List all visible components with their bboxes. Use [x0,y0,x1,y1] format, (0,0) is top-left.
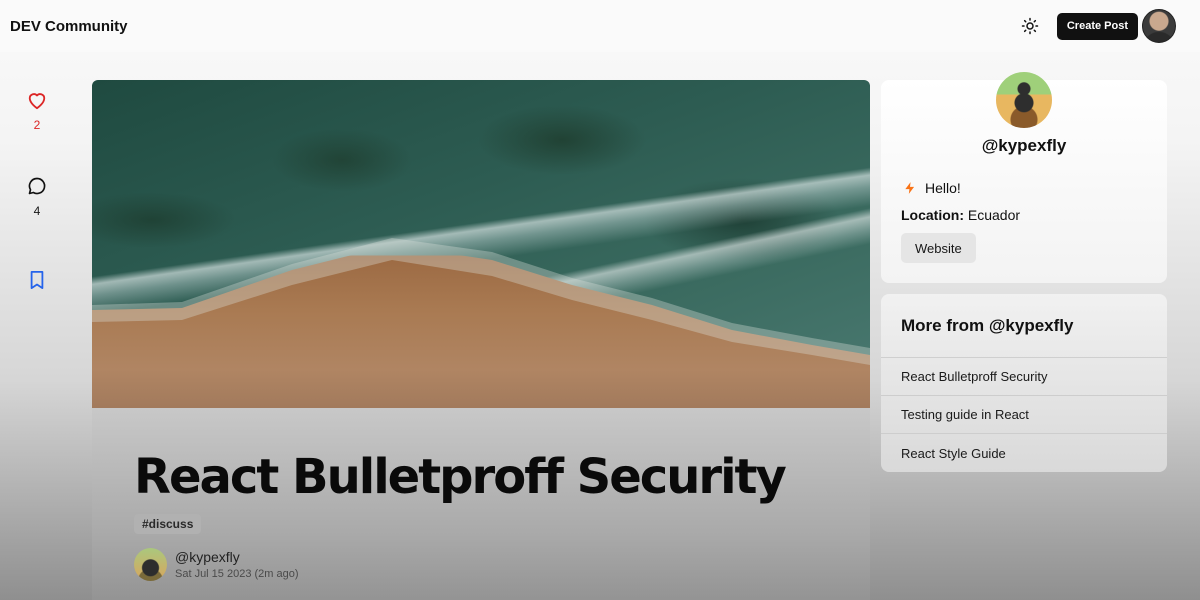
like-button[interactable]: 2 [22,90,52,132]
bookmark-button[interactable] [22,270,52,290]
comment-count: 4 [33,204,41,218]
nav-actions: Create Post [1015,9,1190,43]
location-value: Ecuador [964,207,1021,223]
tag-discuss[interactable]: #discuss [134,514,202,534]
more-item[interactable]: React Bulletproff Security [881,358,1167,396]
bio-text: Hello! [925,180,961,196]
post-date: Sat Jul 15 2023 (2m ago) [175,568,299,580]
user-avatar[interactable] [1142,9,1176,43]
author-meta: @kypexfly Sat Jul 15 2023 (2m ago) [175,549,299,580]
theme-toggle-button[interactable] [1015,11,1045,41]
profile-bio: Hello! [903,180,961,196]
author-name[interactable]: @kypexfly [175,549,299,565]
profile-avatar[interactable] [996,72,1052,128]
bolt-icon [903,181,917,195]
profile-card: @kypexfly Hello! Location: Ecuador Websi… [881,72,1167,283]
location-label: Location: [901,207,964,223]
more-from-title: More from @kypexfly [881,294,1167,358]
sun-icon [1021,17,1039,35]
profile-handle[interactable]: @kypexfly [881,136,1167,156]
more-item[interactable]: React Style Guide [881,434,1167,472]
article: React Bulletproff Security #discuss @kyp… [92,80,870,600]
profile-location: Location: Ecuador [901,207,1020,223]
article-title: React Bulletproff Security [134,449,787,505]
author-avatar[interactable] [134,548,167,581]
comment-button[interactable]: 4 [22,176,52,218]
more-item[interactable]: Testing guide in React [881,396,1167,434]
create-post-button[interactable]: Create Post [1056,12,1138,40]
more-from-card: More from @kypexfly React Bulletproff Se… [881,294,1167,472]
heart-icon [28,93,46,110]
website-button[interactable]: Website [901,233,976,263]
brand-logo[interactable]: DEV Community [10,18,128,35]
top-nav: DEV Community Create Post [0,0,1200,52]
bookmark-icon [30,271,44,289]
cover-image [92,80,870,408]
article-body: React Bulletproff Security #discuss @kyp… [92,408,870,600]
comment-icon [28,177,46,195]
author-row: @kypexfly Sat Jul 15 2023 (2m ago) [134,548,870,581]
like-count: 2 [33,118,41,132]
